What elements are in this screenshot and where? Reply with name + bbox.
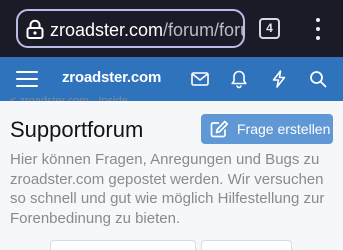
lock-icon	[26, 19, 44, 39]
address-bar[interactable]: zroadster.com/forum/foru	[16, 9, 245, 48]
bell-icon[interactable]	[229, 69, 249, 89]
forum-description: Hier können Fragen, Anregungen und Bugs …	[10, 151, 325, 227]
breadcrumb[interactable]: < zroadster.com - Inside	[10, 95, 128, 107]
url-text: zroadster.com/forum/foru	[50, 19, 245, 41]
url-host: zroadster.com	[50, 20, 164, 40]
browser-toolbar: zroadster.com/forum/foru 4	[0, 0, 343, 57]
sort-button[interactable]	[201, 240, 292, 250]
breadcrumb-label: < zroadster.com - Inside	[10, 95, 128, 101]
filter-button[interactable]	[50, 240, 196, 250]
browser-menu-icon[interactable]	[312, 17, 324, 41]
search-icon[interactable]	[308, 69, 328, 89]
menu-icon[interactable]	[16, 70, 38, 88]
site-logo[interactable]: zroadster.com	[62, 69, 161, 86]
page-title: Supportforum	[10, 117, 144, 142]
new-question-label: Frage erstellen	[237, 121, 331, 137]
bolt-icon[interactable]	[269, 69, 289, 89]
new-question-button[interactable]: Frage erstellen	[201, 114, 333, 144]
edit-icon	[210, 120, 229, 138]
url-path: /forum/foru	[163, 20, 245, 40]
mail-icon[interactable]	[190, 69, 210, 89]
tab-switcher-button[interactable]: 4	[259, 18, 280, 39]
